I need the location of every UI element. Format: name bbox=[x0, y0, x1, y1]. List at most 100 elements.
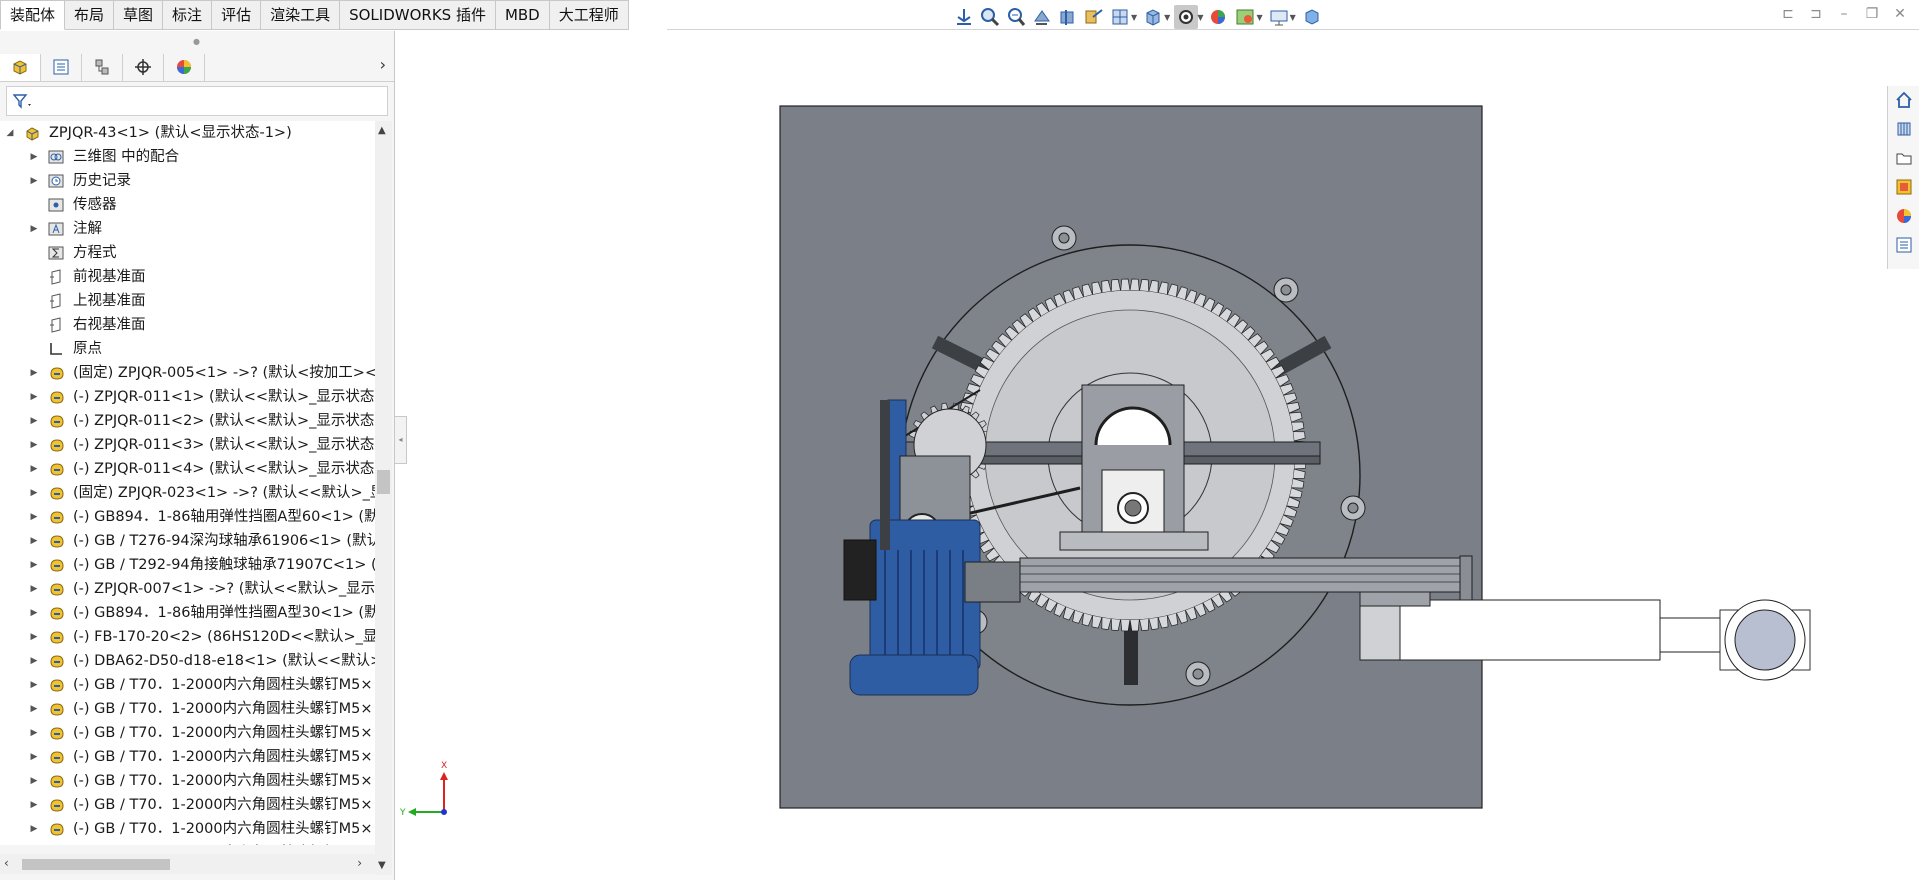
tile-left-icon[interactable]: ⊏ bbox=[1779, 6, 1797, 22]
tree-item[interactable]: ▶ (-) GB / T70．1-2000内六角圆柱头螺钉M5× bbox=[0, 673, 376, 697]
tree-item[interactable]: ▶ (-) GB / T70．1-2000内六角圆柱头螺钉M5× bbox=[0, 745, 376, 769]
tree-item[interactable]: ▶ (-) FB-170-20<2> (86HS120D<<默认>_显 bbox=[0, 625, 376, 649]
expand-arrow-icon[interactable]: ▶ bbox=[28, 409, 40, 433]
horizontal-scroll-thumb[interactable] bbox=[22, 859, 170, 870]
apply-scene-caret[interactable]: ▼ bbox=[1256, 13, 1262, 22]
scroll-right-arrow-icon[interactable]: › bbox=[357, 856, 362, 870]
view-setting-icon[interactable] bbox=[1108, 5, 1132, 29]
hide-show-items-icon[interactable] bbox=[1174, 5, 1199, 29]
propertymanager-tab-icon[interactable] bbox=[41, 53, 82, 81]
home-icon[interactable] bbox=[1893, 89, 1915, 111]
section-view-icon[interactable] bbox=[1056, 5, 1080, 29]
tree-item[interactable]: ▶ (-) DBA62-D50-d18-e18<1> (默认<<默认> bbox=[0, 649, 376, 673]
tree-item[interactable]: ▶ (-) ZPJQR-011<1> (默认<<默认>_显示状态 bbox=[0, 385, 376, 409]
tree-item[interactable]: ▶ (-) ZPJQR-011<4> (默认<<默认>_显示状态 bbox=[0, 457, 376, 481]
tree-item[interactable]: ▶ (-) GB / T70．1-2000内六角圆柱头螺钉M5× bbox=[0, 793, 376, 817]
tree-item[interactable]: ▶ (-) ZPJQR-011<3> (默认<<默认>_显示状态 bbox=[0, 433, 376, 457]
tree-item[interactable]: ▶ (-) GB / T70．1-2000内六角圆柱头螺钉M5× bbox=[0, 697, 376, 721]
tree-item[interactable]: 传感器 bbox=[0, 193, 376, 217]
file-explorer-icon[interactable] bbox=[1893, 147, 1915, 169]
tree-item[interactable]: ▶ (-) ZPJQR-011<2> (默认<<默认>_显示状态 bbox=[0, 409, 376, 433]
expand-arrow-icon[interactable]: ▶ bbox=[28, 601, 40, 625]
expand-arrow-icon[interactable]: ▶ bbox=[28, 505, 40, 529]
expand-arrow-icon[interactable]: ▶ bbox=[28, 649, 40, 673]
tree-item[interactable]: ▶ (-) ZPJQR-007<1> ->? (默认<<默认>_显示状 bbox=[0, 577, 376, 601]
tree-item[interactable]: 上视基准面 bbox=[0, 289, 376, 313]
tree-item[interactable]: ◢ ZPJQR-43<1> (默认<显示状态-1>) bbox=[0, 121, 376, 145]
display-style-caret[interactable]: ▼ bbox=[1164, 13, 1170, 22]
command-tab[interactable]: 标注 bbox=[163, 0, 213, 30]
tree-item[interactable]: ▶ (-) GB894．1-86轴用弹性挡圈A型60<1> (默 bbox=[0, 505, 376, 529]
tree-item[interactable]: ▶ (-) GB / T70．1-2000内六角圆柱头螺钉M5× bbox=[0, 841, 376, 845]
expand-arrow-icon[interactable]: ▶ bbox=[28, 769, 40, 793]
zoom-to-fit-icon[interactable] bbox=[978, 5, 1002, 29]
view-display-caret[interactable]: ▼ bbox=[1290, 13, 1296, 22]
expand-arrow-icon[interactable]: ▶ bbox=[28, 481, 40, 505]
expand-arrow-icon[interactable]: ▶ bbox=[28, 361, 40, 385]
apply-scene-icon[interactable] bbox=[1233, 5, 1257, 29]
scroll-down-arrow-icon[interactable]: ▼ bbox=[378, 860, 386, 871]
displaymanager-tab-icon[interactable] bbox=[164, 53, 205, 81]
edit-appearance-icon[interactable] bbox=[1207, 5, 1231, 29]
command-tab[interactable]: 装配体 bbox=[0, 0, 66, 30]
tree-item[interactable]: ▶ 历史记录 bbox=[0, 169, 376, 193]
dimxpertmanager-tab-icon[interactable] bbox=[123, 53, 164, 81]
configurationmanager-tab-icon[interactable] bbox=[82, 53, 123, 81]
tree-item[interactable]: ▶ (-) GB / T276-94深沟球轴承61906<1> (默认 bbox=[0, 529, 376, 553]
tree-item[interactable]: ▶ 三维图 中的配合 bbox=[0, 145, 376, 169]
tree-item[interactable]: ▶ (固定) ZPJQR-023<1> ->? (默认<<默认>_显 bbox=[0, 481, 376, 505]
expand-arrow-icon[interactable]: ▶ bbox=[28, 625, 40, 649]
command-tab[interactable]: 评估 bbox=[212, 0, 262, 30]
view-orientation-icon[interactable] bbox=[952, 5, 976, 29]
scroll-left-arrow-icon[interactable]: ‹ bbox=[4, 856, 9, 870]
tree-filter-field[interactable] bbox=[6, 86, 388, 116]
tree-item[interactable]: 前视基准面 bbox=[0, 265, 376, 289]
expand-arrow-icon[interactable]: ▶ bbox=[28, 745, 40, 769]
appearances-icon[interactable] bbox=[1893, 205, 1915, 227]
hide-show-caret[interactable]: ▼ bbox=[1197, 13, 1203, 22]
display-style-icon[interactable] bbox=[1141, 5, 1165, 29]
custom-properties-icon[interactable] bbox=[1893, 234, 1915, 256]
tree-item[interactable]: ▶ (-) GB / T70．1-2000内六角圆柱头螺钉M5× bbox=[0, 769, 376, 793]
expand-arrow-icon[interactable]: ▶ bbox=[28, 577, 40, 601]
tree-horizontal-scrollbar[interactable]: ‹ › bbox=[0, 854, 376, 874]
panel-collapse-handle[interactable]: ◂ bbox=[394, 416, 407, 464]
command-tab[interactable]: 大工程师 bbox=[549, 0, 629, 30]
more-tabs-arrow-icon[interactable]: › bbox=[380, 55, 386, 74]
tree-item[interactable]: ▶ 注解 bbox=[0, 217, 376, 241]
tile-right-icon[interactable]: ⊐ bbox=[1807, 6, 1825, 22]
dynamic-annotation-icon[interactable] bbox=[1082, 5, 1106, 29]
design-library-icon[interactable] bbox=[1893, 118, 1915, 140]
panel-grip[interactable]: ● bbox=[193, 37, 200, 46]
tree-item[interactable]: 右视基准面 bbox=[0, 313, 376, 337]
expand-arrow-icon[interactable]: ▶ bbox=[28, 721, 40, 745]
scroll-up-arrow-icon[interactable]: ▲ bbox=[378, 125, 386, 136]
expand-arrow-icon[interactable]: ▶ bbox=[28, 385, 40, 409]
tree-item[interactable]: ▶ (-) GB894．1-86轴用弹性挡圈A型30<1> (默 bbox=[0, 601, 376, 625]
collapse-arrow-icon[interactable]: ◢ bbox=[4, 121, 16, 145]
command-tab[interactable]: 草图 bbox=[114, 0, 164, 30]
minimize-icon[interactable]: – bbox=[1835, 6, 1853, 22]
expand-arrow-icon[interactable]: ▶ bbox=[28, 529, 40, 553]
tree-vertical-scrollbar[interactable]: ▲ ▼ bbox=[375, 121, 392, 875]
linear-rail[interactable] bbox=[1019, 557, 1471, 593]
expand-arrow-icon[interactable]: ▶ bbox=[28, 145, 40, 169]
zoom-to-area-icon[interactable] bbox=[1004, 5, 1028, 29]
expand-arrow-icon[interactable]: ▶ bbox=[28, 841, 40, 845]
command-tab[interactable]: 布局 bbox=[65, 0, 115, 30]
command-tab[interactable]: MBD bbox=[495, 0, 550, 30]
expand-arrow-icon[interactable]: ▶ bbox=[28, 697, 40, 721]
command-tab[interactable]: SOLIDWORKS 插件 bbox=[340, 0, 496, 30]
view-display-icon[interactable] bbox=[1267, 5, 1291, 29]
expand-arrow-icon[interactable]: ▶ bbox=[28, 817, 40, 841]
tree-item[interactable]: 方程式 bbox=[0, 241, 376, 265]
expand-arrow-icon[interactable]: ▶ bbox=[28, 433, 40, 457]
tree-item[interactable]: ▶ (固定) ZPJQR-005<1> ->? (默认<按加工>< bbox=[0, 361, 376, 385]
carriage-plate[interactable] bbox=[1359, 599, 1661, 661]
tree-item[interactable]: ▶ (-) GB / T70．1-2000内六角圆柱头螺钉M5× bbox=[0, 817, 376, 841]
graphics-area-model[interactable] bbox=[760, 100, 1820, 820]
expand-arrow-icon[interactable]: ▶ bbox=[28, 673, 40, 697]
view-setting-caret[interactable]: ▼ bbox=[1131, 13, 1137, 22]
tree-item[interactable]: 原点 bbox=[0, 337, 376, 361]
expand-arrow-icon[interactable]: ▶ bbox=[28, 217, 40, 241]
